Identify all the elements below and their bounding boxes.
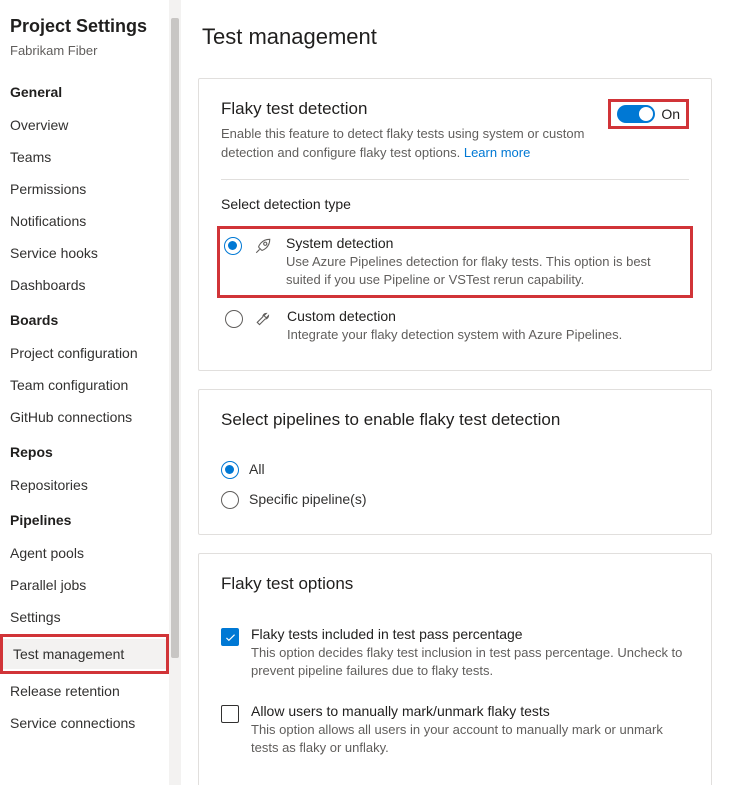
pipeline-option-specific-row: Specific pipeline(s) — [221, 484, 689, 514]
detection-type-label: Select detection type — [221, 196, 689, 212]
nav-settings[interactable]: Settings — [0, 602, 169, 632]
flaky-detection-toggle[interactable] — [617, 105, 655, 123]
settings-sidebar: Project Settings Fabrikam Fiber General … — [0, 0, 170, 785]
scrollbar-thumb[interactable] — [171, 18, 179, 658]
system-detection-desc: Use Azure Pipelines detection for flaky … — [286, 253, 686, 289]
nav-parallel-jobs[interactable]: Parallel jobs — [0, 570, 169, 600]
flaky-options-card: Flaky test options Flaky tests included … — [198, 553, 712, 785]
custom-detection-title: Custom detection — [287, 308, 685, 324]
nav-dashboards[interactable]: Dashboards — [0, 270, 169, 300]
nav-section-boards[interactable]: Boards — [0, 302, 169, 336]
main-content: Test management Flaky test detection Ena… — [170, 0, 732, 785]
pipeline-all-label: All — [249, 461, 265, 477]
radio-pipeline-specific[interactable] — [221, 491, 239, 509]
custom-detection-desc: Integrate your flaky detection system wi… — [287, 326, 685, 344]
nav-agent-pools[interactable]: Agent pools — [0, 538, 169, 568]
scrollbar-track[interactable] — [169, 0, 181, 785]
flaky-detection-description: Enable this feature to detect flaky test… — [221, 125, 596, 163]
wrench-icon — [255, 310, 275, 331]
nav-service-hooks[interactable]: Service hooks — [0, 238, 169, 268]
nav-test-management[interactable]: Test management — [3, 639, 166, 669]
flaky-options-title: Flaky test options — [221, 574, 689, 594]
nav-notifications[interactable]: Notifications — [0, 206, 169, 236]
radio-pipeline-all[interactable] — [221, 461, 239, 479]
checkbox-allow-manual[interactable] — [221, 705, 239, 723]
custom-detection-option: Custom detection Integrate your flaky de… — [221, 302, 689, 350]
highlight-test-management: Test management — [0, 634, 169, 674]
learn-more-link[interactable]: Learn more — [464, 145, 530, 160]
sidebar-title: Project Settings — [0, 16, 169, 43]
nav-repositories[interactable]: Repositories — [0, 470, 169, 500]
pipeline-specific-label: Specific pipeline(s) — [249, 491, 367, 507]
include-flaky-title: Flaky tests included in test pass percen… — [251, 626, 689, 642]
highlight-system-detection: System detection Use Azure Pipelines det… — [217, 226, 693, 298]
allow-manual-desc: This option allows all users in your acc… — [251, 721, 689, 757]
toggle-state-label: On — [661, 106, 680, 122]
allow-manual-title: Allow users to manually mark/unmark flak… — [251, 703, 689, 719]
radio-custom-detection[interactable] — [225, 310, 243, 328]
divider — [221, 179, 689, 180]
nav-service-connections[interactable]: Service connections — [0, 708, 169, 738]
project-name: Fabrikam Fiber — [0, 43, 169, 74]
flaky-detection-title: Flaky test detection — [221, 99, 596, 119]
nav-team-configuration[interactable]: Team configuration — [0, 370, 169, 400]
page-title: Test management — [198, 24, 712, 50]
nav-section-repos[interactable]: Repos — [0, 434, 169, 468]
include-flaky-desc: This option decides flaky test inclusion… — [251, 644, 689, 680]
checkbox-row-allow-manual: Allow users to manually mark/unmark flak… — [221, 695, 689, 771]
nav-github-connections[interactable]: GitHub connections — [0, 402, 169, 432]
pipeline-option-all-row: All — [221, 454, 689, 484]
select-pipelines-card: Select pipelines to enable flaky test de… — [198, 389, 712, 535]
radio-system-detection[interactable] — [224, 237, 242, 255]
flaky-detection-card: Flaky test detection Enable this feature… — [198, 78, 712, 371]
nav-overview[interactable]: Overview — [0, 110, 169, 140]
nav-release-retention[interactable]: Release retention — [0, 676, 169, 706]
highlight-toggle: On — [608, 99, 689, 129]
nav-permissions[interactable]: Permissions — [0, 174, 169, 204]
toggle-knob — [639, 107, 653, 121]
system-detection-title: System detection — [286, 235, 686, 251]
nav-section-general[interactable]: General — [0, 74, 169, 108]
select-pipelines-title: Select pipelines to enable flaky test de… — [221, 410, 689, 430]
checkbox-row-include-pass: Flaky tests included in test pass percen… — [221, 618, 689, 694]
nav-teams[interactable]: Teams — [0, 142, 169, 172]
rocket-icon — [254, 237, 274, 258]
nav-project-configuration[interactable]: Project configuration — [0, 338, 169, 368]
nav-section-pipelines[interactable]: Pipelines — [0, 502, 169, 536]
checkbox-include-flaky[interactable] — [221, 628, 239, 646]
